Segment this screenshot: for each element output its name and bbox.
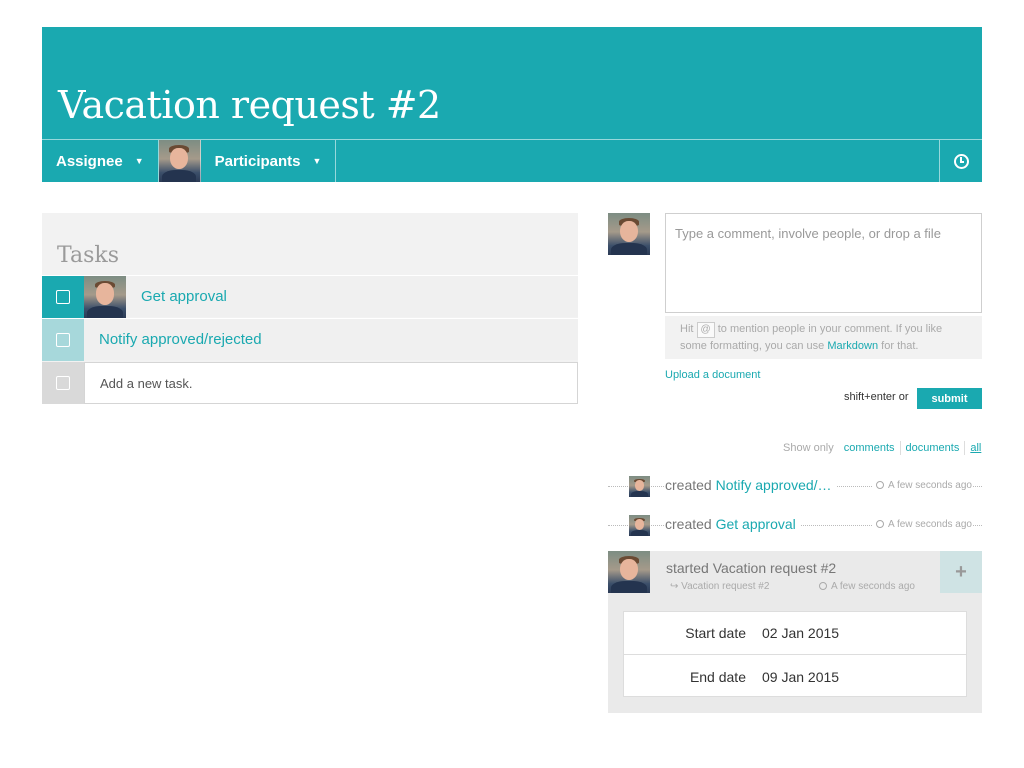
task-checkbox[interactable] <box>42 275 84 318</box>
participants-label: Participants <box>214 152 301 170</box>
avatar <box>608 551 650 593</box>
activity-filter: Show only comments documents all <box>778 441 986 455</box>
shortcut-hint: shift+enter or <box>844 391 909 403</box>
upload-document-link[interactable]: Upload a document <box>665 369 760 381</box>
chevron-down-icon: ▼ <box>312 156 322 166</box>
assignee-dropdown[interactable]: Assignee ▼ <box>42 140 159 182</box>
current-user-avatar <box>608 213 650 255</box>
filter-documents[interactable]: documents <box>899 441 965 455</box>
avatar <box>84 275 126 318</box>
clock-icon <box>876 520 885 528</box>
field-value: 09 Jan 2015 <box>762 668 840 685</box>
task-row[interactable]: Get approval <box>42 275 578 318</box>
assignee-avatar[interactable] <box>158 140 201 182</box>
checkbox-icon <box>56 332 70 347</box>
new-task-checkbox <box>42 362 84 404</box>
at-key: @ <box>696 322 715 338</box>
filter-comments[interactable]: comments <box>839 441 900 455</box>
activity-item: created Notify approved/… A few seconds … <box>608 476 982 498</box>
reply-icon: ↪ <box>670 581 682 592</box>
tasks-title: Tasks <box>57 243 119 268</box>
clock-icon <box>819 582 827 590</box>
started-title: started Vacation request #2 <box>666 560 837 576</box>
avatar <box>629 515 650 536</box>
new-task-input[interactable]: Add a new task. <box>84 362 578 404</box>
task-row[interactable]: Notify approved/rejected <box>42 318 578 361</box>
started-process-link[interactable]: Vacation request #2 <box>681 581 769 592</box>
task-label[interactable]: Notify approved/rejected <box>99 331 262 348</box>
history-button[interactable] <box>939 140 982 182</box>
participants-dropdown[interactable]: Participants ▼ <box>201 140 337 182</box>
submit-button[interactable]: submit <box>917 388 982 409</box>
avatar <box>629 476 650 497</box>
expand-button[interactable]: + <box>940 551 982 593</box>
clock-icon <box>953 153 969 169</box>
page-title: Vacation request #2 <box>58 83 441 127</box>
task-label[interactable]: Get approval <box>141 288 227 305</box>
field-value: 02 Jan 2015 <box>762 625 840 641</box>
activity-link[interactable]: Get approval <box>716 516 796 532</box>
started-activity: started Vacation request #2 ↪ Vacation r… <box>608 551 982 713</box>
form-fields: Start date 02 Jan 2015 End date 09 Jan 2… <box>623 611 967 697</box>
filter-all[interactable]: all <box>964 441 986 455</box>
filter-label: Show only <box>783 442 834 454</box>
header-toolbar: Assignee ▼ Participants ▼ <box>42 139 982 182</box>
chevron-down-icon: ▼ <box>134 156 144 166</box>
tasks-panel: Tasks Get approval Notify approved/rejec… <box>42 213 578 404</box>
activity-item: created Get approval A few seconds ago <box>608 515 982 537</box>
new-task-row: Add a new task. <box>42 362 578 404</box>
checkbox-icon <box>56 289 70 304</box>
field-label: End date <box>689 668 746 685</box>
field-row: Start date 02 Jan 2015 <box>624 612 966 655</box>
task-checkbox[interactable] <box>42 318 84 361</box>
activity-link[interactable]: Notify approved/… <box>716 477 832 493</box>
process-header: Vacation request #2 Assignee ▼ Participa… <box>42 27 982 182</box>
field-label: Start date <box>685 625 746 641</box>
comment-hint: Hit @ to mention people in your comment.… <box>665 316 982 359</box>
comment-input[interactable]: Type a comment, involve people, or drop … <box>665 213 982 313</box>
field-row: End date 09 Jan 2015 <box>624 655 966 698</box>
assignee-label: Assignee <box>56 152 123 170</box>
clock-icon <box>876 481 885 489</box>
checkbox-icon <box>56 376 70 390</box>
markdown-link[interactable]: Markdown <box>827 340 878 352</box>
